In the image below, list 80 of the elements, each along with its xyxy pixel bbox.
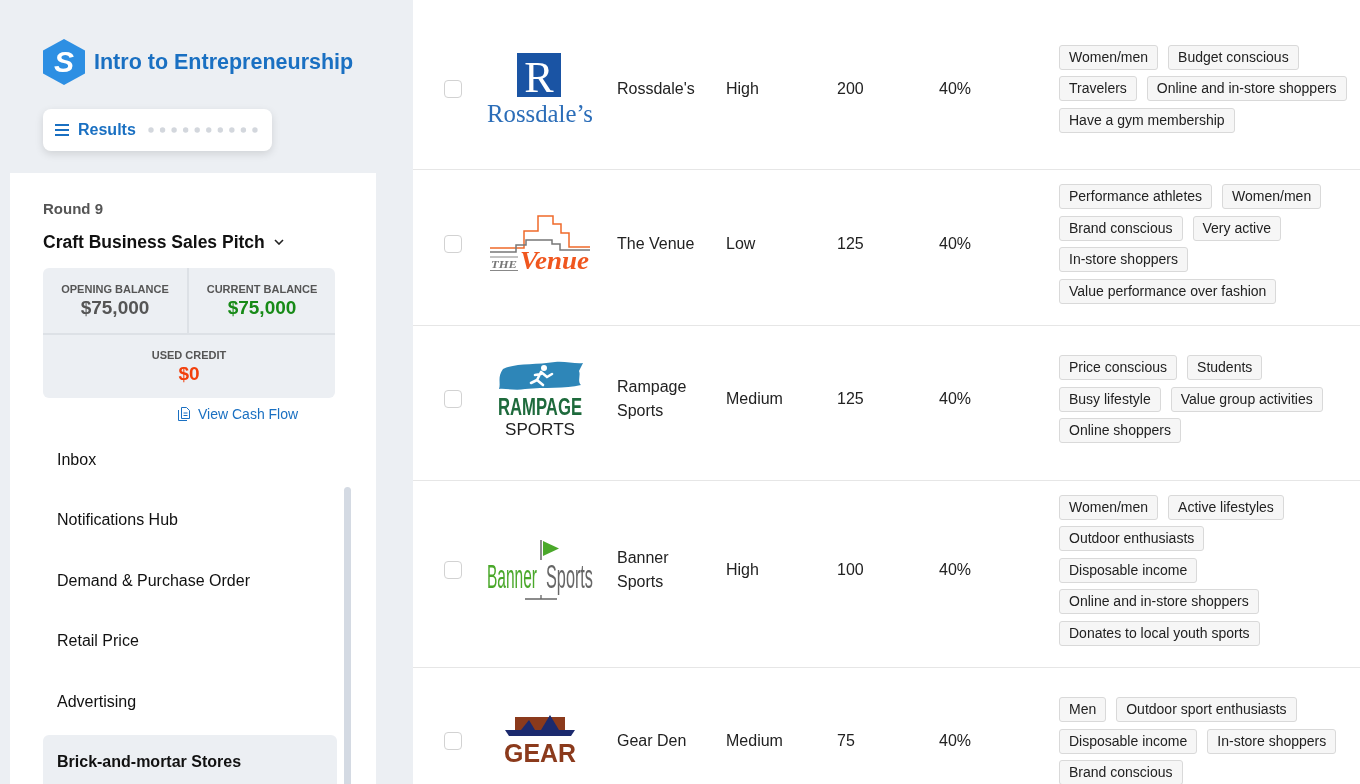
tag: Online and in-store shoppers [1146,76,1347,101]
tag: In-store shoppers [1059,247,1188,272]
tag: Value group activities [1170,386,1323,412]
tag: Performance athletes [1059,184,1213,209]
round-label: Round 9 [43,199,103,219]
store-name: Gear Den [617,732,687,749]
balance-label: CURRENT BALANCE [206,282,318,296]
row-value: 100 [837,561,864,578]
row-value: 40% [939,390,972,407]
nav-item[interactable]: Retail Price [43,614,337,669]
row-value: Low [726,234,756,252]
tag: Active lifestyles [1168,494,1284,520]
round-title-dropdown[interactable]: Craft Business Sales Pitch [43,229,284,255]
logo-mark: S [43,39,85,85]
balance-label: OPENING BALANCE [61,282,169,296]
chevron-down-icon [273,239,284,245]
dots-icon [147,127,258,133]
nav-item[interactable]: Inbox [43,433,337,487]
row-checkbox[interactable] [444,732,462,750]
tag: Very active [1192,215,1281,241]
row-value: 40% [939,732,972,749]
balance-label: USED CREDIT [151,348,227,362]
store-name: The Venue [617,234,695,252]
row-value: 40% [939,79,972,97]
balance-value: $75,000 [80,296,150,319]
tag: Students [1187,355,1263,380]
row-value: 75 [837,732,855,749]
tag: Brand conscious [1059,760,1183,784]
row-checkbox[interactable] [444,390,462,408]
row-value: 40% [939,234,972,252]
store-logo: R Rossdale’s [485,52,594,125]
view-cash-flow-link[interactable]: View Cash Flow [178,404,299,424]
tag: Donates to local youth sports [1059,620,1260,646]
store-logo: RAMPAGE SPORTS [494,361,585,437]
store-logo: GEAR [500,715,579,767]
row-value: 125 [837,390,864,407]
tag: Disposable income [1059,728,1198,754]
row-checkbox[interactable] [444,79,462,98]
tag: Outdoor sport enthusiasts [1116,697,1297,722]
store-name: Rossdale's [617,79,695,97]
store-name: Rampage Sports [617,378,687,419]
nav-item[interactable]: Advertising [43,674,337,729]
tag: Budget conscious [1168,44,1299,70]
tag: Women/men [1059,44,1159,70]
tag: Men [1059,697,1107,722]
menu-icon [55,124,69,136]
tag: In-store shoppers [1207,728,1337,754]
tag: Brand conscious [1059,215,1183,241]
row-checkbox[interactable] [444,234,462,253]
nav-item[interactable]: Brick-and-mortar Stores [43,734,337,784]
tag: Busy lifestyle [1059,386,1161,412]
document-icon [178,407,190,421]
balance-value: $75,000 [227,296,297,319]
tag: Value performance over fashion [1059,278,1277,304]
tag: Women/men [1222,184,1322,209]
app-title: Intro to Entrepreneurship [94,49,354,76]
scrollbar[interactable] [344,487,351,784]
row-value: High [726,79,759,97]
results-menu-button[interactable]: Results [43,109,272,151]
tag: Women/men [1059,494,1159,520]
store-logo: Banner Sports [486,540,593,600]
tag: Online and in-store shoppers [1059,589,1259,614]
tag: Travelers [1059,76,1137,101]
row-value: 200 [837,79,864,97]
tag: Outdoor enthusiasts [1059,526,1205,551]
store-logo: THE Venue [489,215,590,273]
store-name: Banner Sports [617,549,669,590]
nav-item[interactable]: Demand & Purchase Order [43,553,337,608]
tag: Online shoppers [1059,418,1181,443]
row-value: High [726,561,759,578]
row-value: Medium [726,732,783,749]
tag: Have a gym membership [1059,107,1235,133]
row-value: 40% [939,561,972,578]
row-value: Medium [726,390,783,407]
nav-item[interactable]: Notifications Hub [43,493,337,548]
balance-value: $0 [178,362,200,385]
row-checkbox[interactable] [444,561,462,579]
tag: Disposable income [1059,557,1198,583]
row-value: 125 [837,234,864,252]
tag: Price conscious [1059,355,1178,380]
